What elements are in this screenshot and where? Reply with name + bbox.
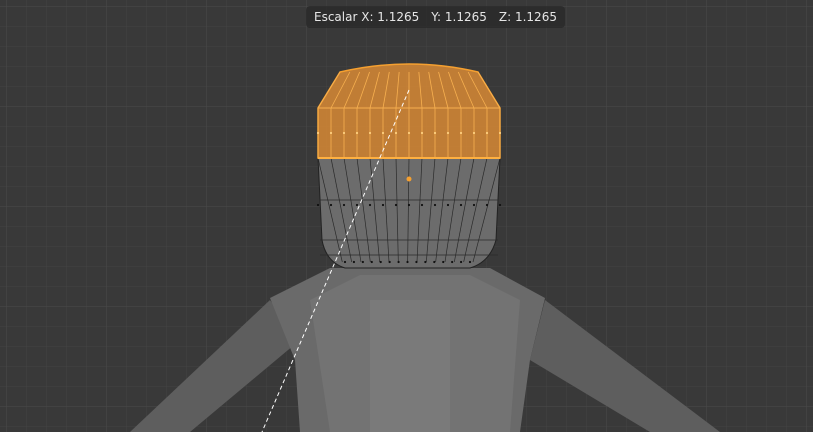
- vertex-dot: [368, 131, 372, 135]
- vertex-dot: [370, 260, 373, 264]
- vertex-dot: [394, 203, 398, 207]
- vertex-dot: [381, 131, 385, 135]
- vertex-dot: [329, 131, 333, 135]
- vertex-dot: [342, 131, 346, 135]
- vertex-dot: [355, 131, 359, 135]
- vertex-dot: [424, 260, 427, 264]
- vertex-dot: [459, 131, 463, 135]
- scale-z-readout: Z: 1.1265: [498, 10, 557, 24]
- vertex-dot: [459, 260, 463, 264]
- vertex-dot: [352, 260, 356, 264]
- vertex-dot: [433, 203, 437, 207]
- vertex-dot: [420, 203, 424, 207]
- vertex-dot: [394, 131, 398, 135]
- vertex-dot: [361, 260, 364, 264]
- vertex-dot: [420, 131, 424, 135]
- vertex-dot: [451, 260, 454, 264]
- vertex-dot: [316, 203, 320, 207]
- vertex-dot: [472, 131, 476, 135]
- vertex-dot: [468, 260, 472, 264]
- vertex-dot: [442, 260, 445, 264]
- pivot-point: [406, 176, 412, 182]
- vertex-dot: [316, 131, 320, 135]
- vertex-dot: [498, 203, 502, 207]
- scale-y-readout: Y: 1.1265: [431, 10, 487, 24]
- vertex-dot: [329, 203, 333, 207]
- vertex-dot: [446, 203, 450, 207]
- vertex-dot: [433, 131, 437, 135]
- vertex-dot: [379, 260, 382, 264]
- 3d-viewport[interactable]: [0, 0, 813, 432]
- transform-header: Escalar X: 1.1265 Y: 1.1265 Z: 1.1265: [306, 6, 565, 28]
- vertex-dot: [407, 131, 411, 135]
- vertex-dot: [485, 203, 489, 207]
- vertex-dot: [406, 260, 409, 264]
- vertex-dot: [407, 203, 411, 207]
- vertex-dot: [446, 131, 450, 135]
- vertex-dot: [433, 260, 436, 264]
- vertex-dot: [397, 260, 400, 264]
- vertex-dot: [388, 260, 391, 264]
- vertex-dot: [485, 131, 489, 135]
- vertex-dot: [498, 131, 502, 135]
- vertex-dot: [381, 203, 385, 207]
- vertex-dot: [355, 203, 359, 207]
- vertex-dot: [459, 203, 463, 207]
- vertex-dot: [343, 260, 347, 264]
- scale-x-readout: Escalar X: 1.1265: [314, 10, 420, 24]
- vertex-dot: [472, 203, 476, 207]
- vertex-dot: [342, 203, 346, 207]
- vertex-dot: [368, 203, 372, 207]
- vertex-dot: [415, 260, 418, 264]
